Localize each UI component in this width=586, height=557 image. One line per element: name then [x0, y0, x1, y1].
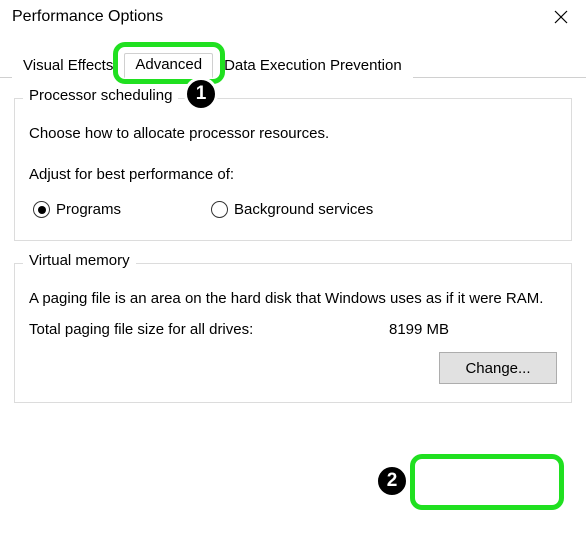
processor-group-title: Processor scheduling — [23, 87, 178, 104]
radio-programs-label: Programs — [56, 201, 121, 218]
callout-badge-1: 1 — [184, 77, 218, 111]
tab-advanced[interactable]: Advanced — [124, 53, 213, 78]
tab-bar: Visual Effects Advanced Data Execution P… — [0, 48, 586, 78]
tab-dep[interactable]: Data Execution Prevention — [213, 54, 413, 78]
radio-background-services[interactable]: Background services — [211, 201, 373, 218]
callout-badge-2: 2 — [375, 464, 409, 498]
virtual-memory-group: Virtual memory A paging file is an area … — [14, 263, 572, 403]
radio-programs[interactable]: Programs — [33, 201, 121, 218]
processor-adjust-label: Adjust for best performance of: — [29, 166, 557, 183]
vm-total-label: Total paging file size for all drives: — [29, 321, 389, 338]
vm-group-title: Virtual memory — [23, 252, 136, 269]
tab-visual-effects[interactable]: Visual Effects — [12, 54, 124, 78]
change-button[interactable]: Change... — [439, 352, 557, 384]
vm-total-value: 8199 MB — [389, 321, 449, 338]
radio-icon — [211, 201, 228, 218]
close-button[interactable] — [538, 4, 584, 34]
vm-desc: A paging file is an area on the hard dis… — [29, 290, 557, 307]
radio-background-label: Background services — [234, 201, 373, 218]
processor-scheduling-group: Processor scheduling Choose how to alloc… — [14, 98, 572, 241]
window-title: Performance Options — [12, 4, 163, 26]
highlight-ring-2 — [410, 454, 564, 510]
processor-desc: Choose how to allocate processor resourc… — [29, 125, 557, 142]
radio-icon — [33, 201, 50, 218]
close-icon — [554, 10, 568, 29]
